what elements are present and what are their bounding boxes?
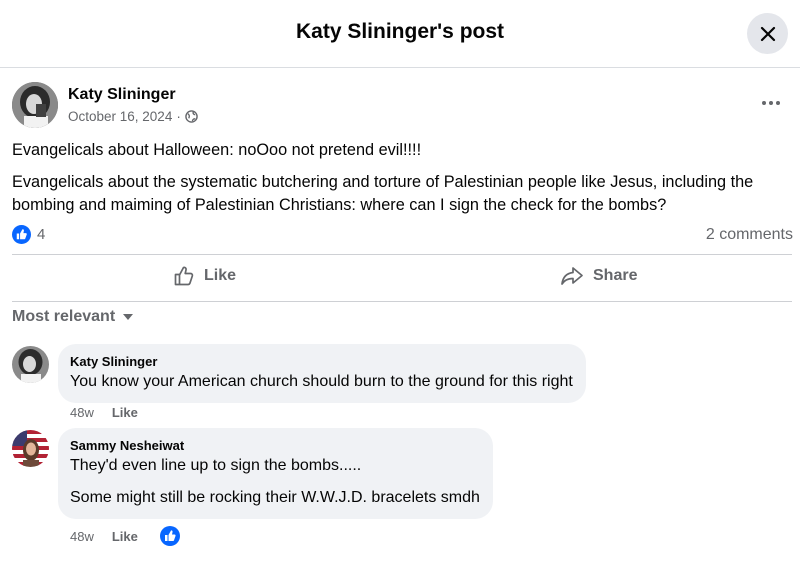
close-button[interactable]: [747, 13, 788, 54]
commenter-name[interactable]: Katy Slininger: [70, 353, 573, 371]
share-label: Share: [593, 267, 638, 284]
comment-text: Some might still be rocking their W.W.J.…: [70, 489, 480, 506]
commenter-name[interactable]: Sammy Nesheiwat: [70, 437, 480, 455]
share-icon: [561, 267, 583, 285]
comment-like-button[interactable]: Like: [112, 405, 138, 420]
comment-bubble: Sammy Nesheiwat They'd even line up to s…: [58, 428, 493, 519]
commenter-avatar[interactable]: [12, 430, 49, 467]
author-name[interactable]: Katy Slininger: [68, 86, 176, 104]
reactions-summary[interactable]: 4: [12, 225, 45, 244]
caret-down-icon: [123, 314, 134, 320]
comments-count-link[interactable]: 2 comments: [706, 226, 793, 244]
comments-sort-dropdown[interactable]: Most relevant: [12, 308, 134, 326]
comment-text: You know your American church should bur…: [70, 373, 573, 390]
like-reaction-icon[interactable]: [159, 526, 180, 546]
globe-icon: [185, 110, 198, 123]
comment-timestamp[interactable]: 48w: [70, 405, 94, 420]
author-avatar[interactable]: [12, 82, 58, 128]
more-dot-icon: [762, 101, 766, 105]
like-label: Like: [204, 267, 237, 284]
dialog-title: Katy Slininger's post: [295, 20, 505, 43]
more-dot-icon: [769, 101, 773, 105]
meta-separator: ·: [176, 109, 181, 124]
comment-timestamp[interactable]: 48w: [70, 529, 94, 544]
divider: [12, 254, 792, 255]
close-icon: [760, 26, 775, 41]
commenter-avatar[interactable]: [12, 346, 49, 383]
comment-actions: 48w Like: [70, 405, 138, 420]
post-paragraph: Evangelicals about Halloween: noOoo not …: [12, 141, 422, 159]
share-button[interactable]: Share: [560, 265, 637, 287]
sort-label: Most relevant: [12, 308, 116, 325]
comment-like-button[interactable]: Like: [112, 529, 138, 544]
dialog-header: Katy Slininger's post: [0, 0, 800, 68]
comment-bubble: Katy Slininger You know your American ch…: [58, 344, 586, 403]
comment-actions: 48w Like: [70, 526, 180, 546]
post-meta: October 16, 2024 ·: [68, 109, 198, 124]
post-options-button[interactable]: [756, 93, 786, 113]
reaction-count: 4: [37, 226, 46, 243]
divider: [12, 301, 792, 302]
like-reaction-icon: [12, 225, 31, 244]
more-dot-icon: [776, 101, 780, 105]
thumbs-up-icon: [174, 266, 194, 286]
post-date[interactable]: October 16, 2024: [68, 109, 172, 124]
like-button[interactable]: Like: [173, 265, 236, 287]
comment-text: They'd even line up to sign the bombs...…: [70, 457, 362, 474]
post-paragraph: Evangelicals about the systematic butche…: [12, 173, 754, 214]
